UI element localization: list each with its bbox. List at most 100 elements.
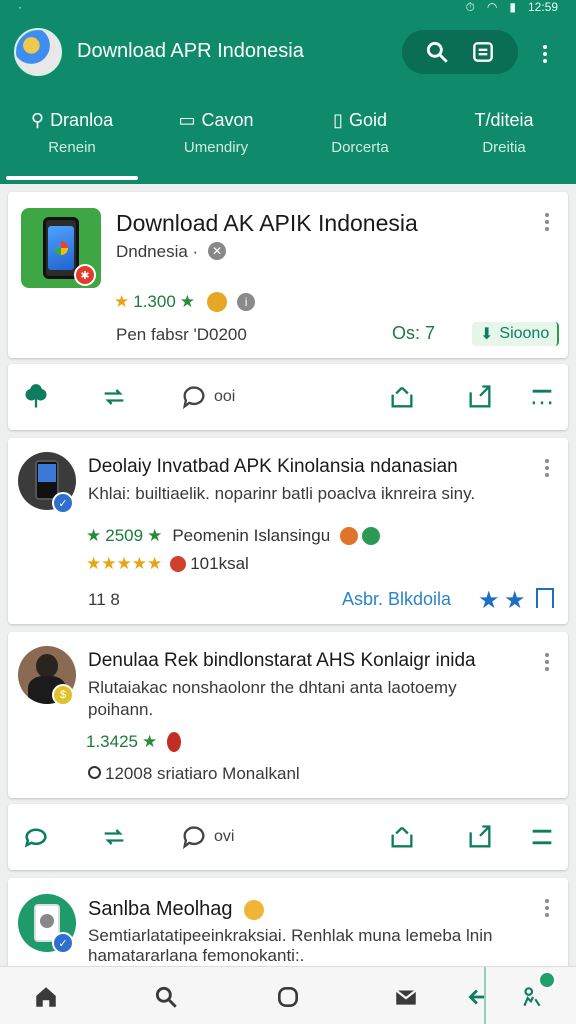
file-tab-icon: ▯	[333, 110, 343, 130]
signal-icon: ▮	[509, 0, 516, 14]
bottom-nav	[0, 966, 576, 1024]
menu-icon	[532, 389, 552, 405]
comment-icon	[182, 386, 205, 410]
leaf-icon	[362, 527, 381, 545]
card-more-button[interactable]	[540, 896, 554, 920]
post-card[interactable]: ✓ Sanlba Meolhag Semtiarlatatipeeinkraks…	[8, 878, 568, 966]
tab-sublabel: Dreitia	[482, 139, 526, 156]
verified-badge-icon: ✓	[52, 492, 74, 514]
card-rating: ★ 2509 ★ Peomenin Islansingu	[86, 526, 381, 546]
rating-value: 1.3425	[86, 732, 138, 751]
tab-comments[interactable]: ▭ Cavon Umendiry	[144, 94, 288, 184]
card-description-line2: poihann.	[88, 700, 154, 719]
comment-count: ovi	[214, 828, 235, 845]
install-label: Sioono	[499, 325, 550, 342]
pepper-icon	[167, 732, 182, 752]
star-icon[interactable]: ★	[478, 586, 500, 615]
notification-badge	[538, 971, 556, 989]
tab-sublabel: Umendiry	[183, 139, 249, 156]
bookmark-icon	[473, 42, 493, 62]
chat-icon	[278, 987, 298, 1007]
share-icon	[391, 386, 413, 408]
card-more-button[interactable]	[540, 650, 554, 674]
tab-label: T/diteia	[474, 110, 534, 130]
post-card[interactable]: ✓ Deolaiy Invatbad APK Kinolansia ndanas…	[8, 438, 568, 624]
share-button[interactable]	[388, 382, 416, 412]
card-description: Khlai: builtiaelik. noparinr batli poacl…	[88, 484, 476, 503]
card-rating: 1.3425 ★	[86, 732, 182, 752]
comment-count: ooi	[214, 388, 236, 405]
more-icon	[543, 45, 547, 63]
clock-icon	[88, 766, 101, 779]
nav-profile[interactable]	[512, 971, 556, 1015]
status-time: 12:59	[527, 0, 558, 14]
rating-value: 1.300	[133, 292, 176, 311]
card-rating-secondary: ★★★★★ 101ksal	[86, 554, 249, 574]
action-bar: ooi	[8, 364, 568, 430]
mail-icon	[395, 989, 417, 1005]
menu-button[interactable]	[528, 382, 556, 412]
search-button[interactable]	[424, 39, 450, 65]
search-icon	[426, 41, 448, 63]
nav-mail[interactable]	[386, 979, 426, 1015]
card-more-button[interactable]	[540, 456, 554, 480]
export-button[interactable]	[466, 382, 494, 412]
feed: ✱ Download AK APIK Indonesia Dndnesia · …	[0, 184, 576, 966]
star-icon[interactable]: ★	[504, 586, 526, 615]
nav-search[interactable]	[146, 979, 186, 1015]
repost-button[interactable]	[100, 822, 128, 852]
download-tab-icon: ⚲	[30, 110, 45, 130]
bookmark-button[interactable]	[470, 39, 496, 65]
export-button[interactable]	[466, 822, 494, 852]
card-title: Sanlba Meolhag	[88, 898, 265, 921]
nav-chat[interactable]	[268, 979, 308, 1015]
tab-label: Dranloa	[50, 110, 114, 130]
chat-bubble-icon	[24, 828, 47, 848]
alert-badge-icon: ✱	[74, 264, 96, 286]
tab-gold[interactable]: ▯ Goid Dorcerta	[288, 94, 432, 184]
comment-alt-button[interactable]	[22, 822, 50, 852]
phone-icon	[43, 217, 79, 279]
tab-sublabel: Renein	[48, 139, 96, 156]
card-publisher: Dndnesia ·	[116, 242, 199, 261]
nav-divider	[484, 967, 486, 1024]
card-count: 11 8	[88, 590, 120, 609]
bookmark-icon[interactable]	[536, 588, 554, 608]
nav-back[interactable]	[458, 979, 498, 1015]
card-meta: Pen fabsr 'D0200	[116, 325, 247, 344]
card-title: Denulaa Rek bindlonstarat AHS Konlaigr i…	[88, 650, 476, 671]
tab-other[interactable]: T/diteia Dreitia	[432, 94, 576, 184]
card-version: Os: 7	[392, 323, 436, 343]
post-card[interactable]: $ Denulaa Rek bindlonstarat AHS Konlaigr…	[8, 632, 568, 798]
repost-icon	[104, 829, 124, 845]
card-description-line1: Rlutaiakac nonshaolonr the dhtani anta l…	[88, 678, 457, 697]
install-button[interactable]: ⬇ Sioono	[472, 322, 560, 346]
card-more-button[interactable]	[540, 210, 554, 234]
fire-icon	[340, 527, 359, 545]
card-link[interactable]: Asbr. Blkdoila	[342, 589, 451, 610]
like-button[interactable]	[22, 382, 50, 412]
smile-emoji-icon	[244, 899, 265, 920]
share-button[interactable]	[388, 822, 416, 852]
tab-download[interactable]: ⚲ Dranloa Renein	[0, 94, 144, 184]
tab-label: Cavon	[201, 110, 254, 130]
repost-icon	[104, 389, 124, 405]
badge-icon: ✓	[52, 932, 74, 954]
card-rating: ★ 1.300 ★ i	[114, 292, 256, 312]
close-icon[interactable]: ✕	[208, 242, 226, 260]
search-icon	[155, 986, 177, 1008]
share-icon	[391, 826, 413, 848]
card-description-line2: hamatararlana femonokanti:.	[88, 946, 305, 965]
card-meta-text: 12008 sriatiaro Monalkanl	[105, 764, 300, 783]
more-icon	[540, 213, 554, 231]
menu-button[interactable]	[528, 822, 556, 852]
card-title-text: Sanlba Meolhag	[88, 898, 233, 920]
app-card[interactable]: ✱ Download AK APIK Indonesia Dndnesia · …	[8, 192, 568, 358]
more-menu-button[interactable]	[528, 38, 562, 70]
comment-button[interactable]: ooi	[180, 382, 235, 412]
nav-home[interactable]	[26, 979, 66, 1015]
comment-button[interactable]: ovi	[180, 822, 234, 852]
rating-value: 2509	[105, 526, 144, 545]
repost-button[interactable]	[100, 382, 128, 412]
header-actions	[402, 30, 518, 74]
